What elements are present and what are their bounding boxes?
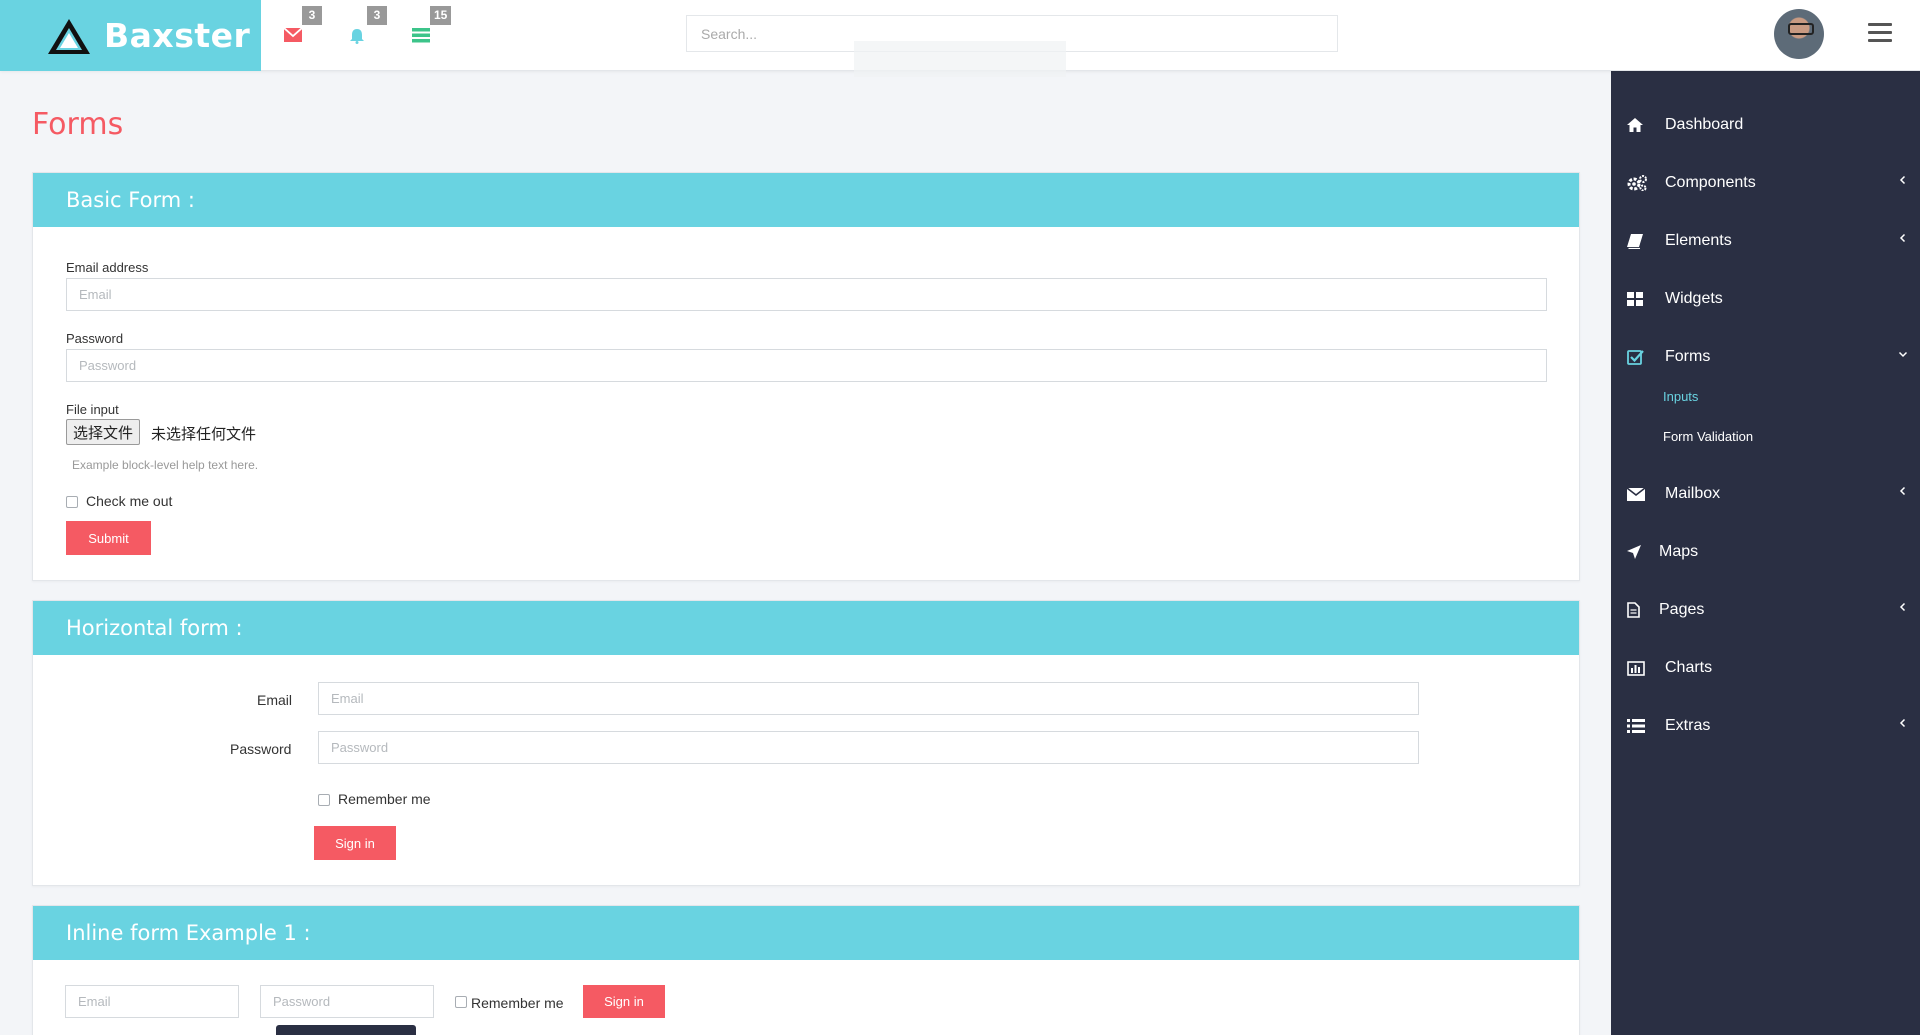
brand[interactable]: Baxster bbox=[0, 0, 261, 71]
faded-tooltip bbox=[854, 41, 1066, 77]
sidebar-item-label: Forms bbox=[1665, 348, 1711, 365]
menu-toggle-icon[interactable] bbox=[1868, 23, 1892, 43]
mail-notification[interactable]: 3 bbox=[284, 6, 324, 54]
basic-form-title: Basic Form : bbox=[33, 173, 1579, 227]
list-icon bbox=[1627, 717, 1651, 735]
sidebar-item-label: Dashboard bbox=[1665, 116, 1744, 133]
remember-me-checkbox[interactable] bbox=[318, 794, 330, 806]
tasks-icon bbox=[412, 28, 430, 43]
help-text: Example block-level help text here. bbox=[72, 458, 259, 472]
email-label: Email address bbox=[66, 260, 149, 275]
password-label: Password bbox=[66, 331, 124, 346]
email-field[interactable] bbox=[66, 278, 1547, 311]
avatar[interactable] bbox=[1774, 9, 1824, 59]
horizontal-form-card: Horizontal form : Email Password Remembe… bbox=[32, 600, 1580, 886]
bar-chart-icon bbox=[1627, 659, 1651, 677]
check-me-out-label: Check me out bbox=[86, 493, 173, 509]
sidebar-item-components[interactable]: Components bbox=[1611, 161, 1920, 205]
bell-icon bbox=[350, 29, 364, 44]
cogs-icon bbox=[1627, 174, 1651, 192]
horizontal-form-title: Horizontal form : bbox=[33, 601, 1579, 655]
check-square-icon bbox=[1627, 348, 1651, 366]
tasks-notification[interactable]: 15 bbox=[412, 6, 452, 54]
top-bar: Baxster 3 3 15 bbox=[0, 0, 1920, 77]
inline-remember-me-checkbox[interactable] bbox=[455, 996, 467, 1008]
inline-form-card: Inline form Example 1 : Remember me Sign… bbox=[32, 905, 1580, 1035]
submit-button[interactable]: Submit bbox=[66, 521, 151, 555]
sidebar-item-label: Pages bbox=[1659, 601, 1705, 618]
file-icon bbox=[1627, 601, 1647, 619]
sidebar-item-extras[interactable]: Extras bbox=[1611, 704, 1920, 748]
chevron-left-icon bbox=[1899, 718, 1906, 728]
inline-sign-in-button[interactable]: Sign in bbox=[583, 985, 665, 1018]
chevron-down-icon bbox=[1898, 351, 1908, 358]
email-label: Email bbox=[257, 692, 293, 708]
logo-icon bbox=[48, 18, 90, 54]
bell-notification[interactable]: 3 bbox=[349, 6, 389, 54]
inline-remember-me-label: Remember me bbox=[471, 995, 564, 1011]
tooltip-edge bbox=[276, 1025, 416, 1035]
sidebar-item-dashboard[interactable]: Dashboard bbox=[1611, 103, 1920, 147]
sidebar-item-maps[interactable]: Maps bbox=[1611, 530, 1920, 574]
mail-badge: 3 bbox=[302, 6, 322, 25]
brand-name: Baxster bbox=[104, 16, 251, 55]
sidebar-item-label: Maps bbox=[1659, 543, 1699, 560]
sidebar-item-label: Extras bbox=[1665, 717, 1711, 734]
choose-file-button[interactable]: 选择文件 bbox=[66, 419, 141, 445]
envelope-icon bbox=[284, 28, 302, 42]
sidebar-item-widgets[interactable]: Widgets bbox=[1611, 277, 1920, 321]
password-label: Password bbox=[230, 741, 292, 757]
horizontal-password-field[interactable] bbox=[318, 731, 1419, 764]
sidebar-subitem-inputs[interactable]: Inputs bbox=[1663, 389, 1698, 404]
sidebar-item-label: Mailbox bbox=[1665, 485, 1721, 502]
sidebar-item-label: Components bbox=[1665, 174, 1756, 191]
sidebar-item-label: Elements bbox=[1665, 232, 1732, 249]
sidebar-item-elements[interactable]: Elements bbox=[1611, 219, 1920, 263]
inline-form-title: Inline form Example 1 : bbox=[33, 906, 1579, 960]
basic-form-card: Basic Form : Email address Password File… bbox=[32, 172, 1580, 581]
file-input-label: File input bbox=[66, 402, 119, 417]
chevron-left-icon bbox=[1899, 602, 1906, 612]
sidebar-item-label: Widgets bbox=[1665, 290, 1723, 307]
sidebar: Dashboard Components Elements Widgets Fo… bbox=[1611, 71, 1920, 1035]
sidebar-item-pages[interactable]: Pages bbox=[1611, 588, 1920, 632]
password-field[interactable] bbox=[66, 349, 1547, 382]
sidebar-subitem-form-validation[interactable]: Form Validation bbox=[1663, 429, 1753, 444]
file-status: 未选择任何文件 bbox=[151, 426, 257, 443]
location-arrow-icon bbox=[1627, 543, 1647, 561]
chevron-left-icon bbox=[1899, 233, 1906, 243]
bell-badge: 3 bbox=[367, 6, 387, 25]
check-me-out-checkbox[interactable] bbox=[66, 496, 78, 508]
sidebar-item-label: Charts bbox=[1665, 659, 1713, 676]
sidebar-item-forms[interactable]: Forms bbox=[1611, 335, 1920, 379]
chevron-left-icon bbox=[1899, 175, 1906, 185]
remember-me-label: Remember me bbox=[338, 791, 431, 807]
inline-email-field[interactable] bbox=[65, 985, 239, 1018]
home-icon bbox=[1627, 116, 1651, 134]
book-icon bbox=[1627, 232, 1651, 250]
page-title: Forms bbox=[32, 107, 124, 142]
sidebar-item-charts[interactable]: Charts bbox=[1611, 646, 1920, 690]
sign-in-button[interactable]: Sign in bbox=[314, 826, 396, 860]
sidebar-item-mailbox[interactable]: Mailbox bbox=[1611, 472, 1920, 516]
tasks-badge: 15 bbox=[430, 6, 452, 25]
chevron-left-icon bbox=[1899, 486, 1906, 496]
envelope-icon bbox=[1627, 485, 1651, 503]
horizontal-email-field[interactable] bbox=[318, 682, 1419, 715]
grid-icon bbox=[1627, 290, 1651, 308]
inline-password-field[interactable] bbox=[260, 985, 434, 1018]
